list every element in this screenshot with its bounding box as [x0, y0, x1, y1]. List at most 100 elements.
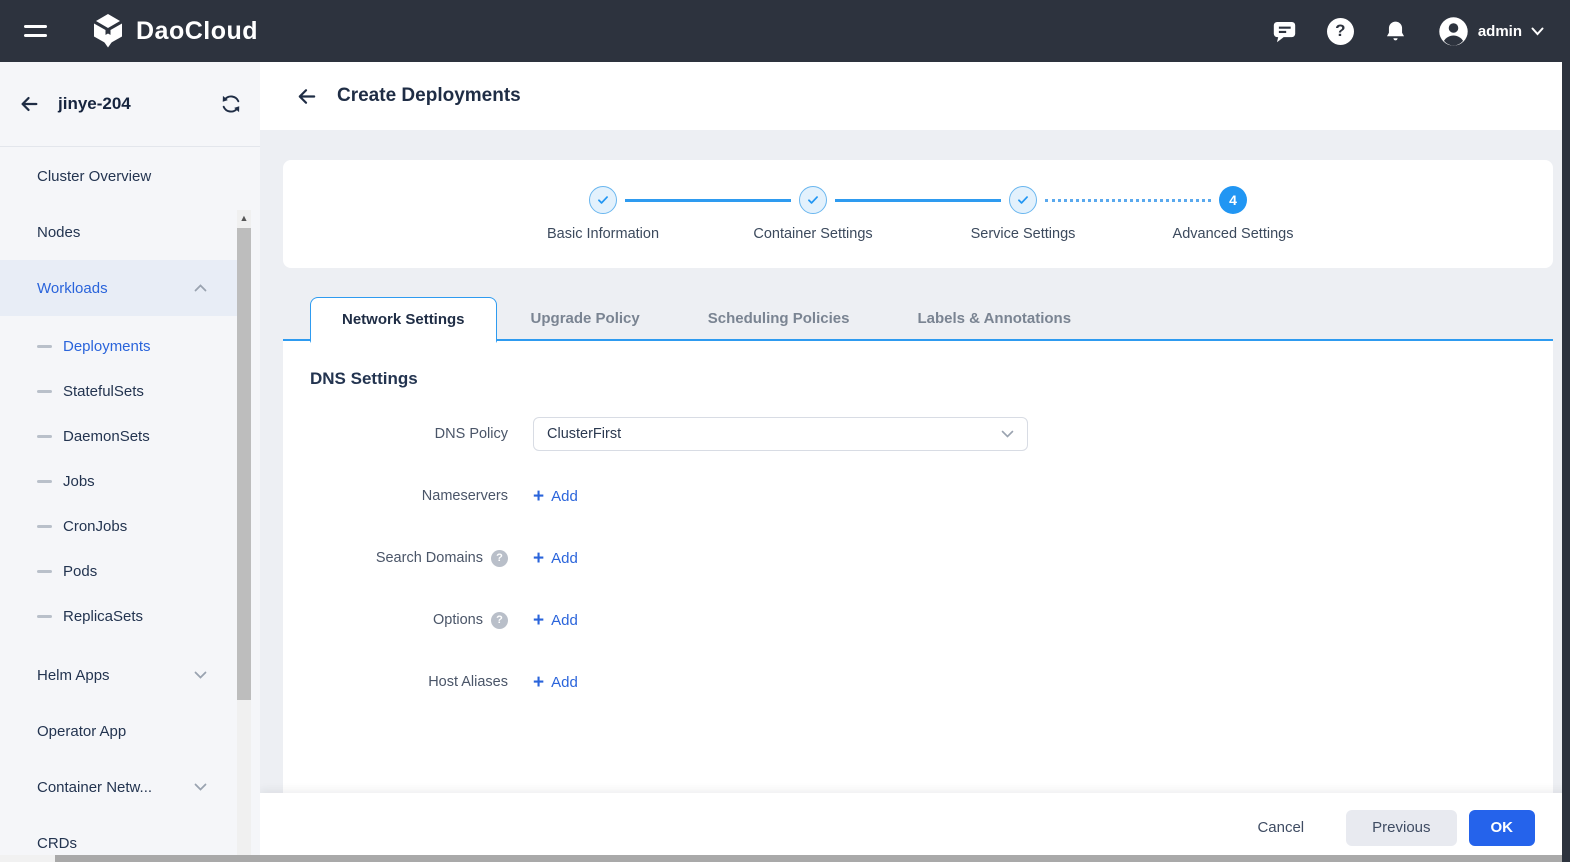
sidebar-item-replicasets[interactable]: ReplicaSets: [0, 594, 237, 639]
options-add-button[interactable]: + Add: [533, 611, 578, 630]
field-label: Options: [433, 612, 483, 628]
cluster-back-icon[interactable]: [18, 92, 42, 116]
ok-button[interactable]: OK: [1468, 809, 1535, 846]
dash-icon: [37, 345, 52, 348]
page-back-icon[interactable]: [295, 84, 319, 108]
field-label: Host Aliases: [428, 674, 508, 690]
previous-button[interactable]: Previous: [1346, 809, 1457, 846]
tab-content: DNS Settings DNS Policy ClusterFirst Nam…: [283, 341, 1553, 794]
nameservers-add-button[interactable]: + Add: [533, 487, 578, 506]
sidebar-item-workloads[interactable]: Workloads: [0, 260, 237, 316]
step-label: Service Settings: [970, 226, 1076, 242]
chevron-down-icon: [1531, 27, 1544, 35]
step-basic-information[interactable]: Basic Information: [498, 186, 708, 242]
chevron-up-icon: [194, 284, 207, 292]
question-glyph: ?: [1335, 21, 1346, 40]
main-area: Create Deployments Basic Information Con…: [260, 62, 1570, 862]
step-service-settings[interactable]: Service Settings: [835, 186, 1128, 242]
host-aliases-add-button[interactable]: + Add: [533, 673, 578, 692]
horizontal-scrollbar[interactable]: [0, 855, 1562, 862]
step-advanced-settings[interactable]: 4 Advanced Settings: [1045, 186, 1338, 242]
cluster-name: jinye-204: [58, 94, 131, 113]
form-row-nameservers: Nameservers + Add: [283, 479, 1553, 513]
field-label: DNS Policy: [434, 426, 508, 442]
right-edge-strip: [1562, 0, 1570, 862]
sidebar-item-deployments[interactable]: Deployments: [0, 324, 237, 369]
plus-icon: +: [533, 671, 545, 693]
page-header: Create Deployments: [260, 62, 1570, 130]
messages-icon[interactable]: [1271, 17, 1299, 45]
step-done-check-icon: [1009, 186, 1037, 214]
dash-icon: [37, 480, 52, 483]
brand[interactable]: DaoCloud: [90, 13, 258, 49]
form-row-search-domains: Search Domains ? + Add: [283, 541, 1553, 575]
tab-scheduling-policies[interactable]: Scheduling Policies: [674, 295, 884, 341]
step-label: Container Settings: [753, 226, 873, 242]
help-icon[interactable]: ?: [1326, 17, 1354, 45]
tab-upgrade-policy[interactable]: Upgrade Policy: [497, 295, 674, 341]
chevron-down-icon: [194, 783, 207, 791]
notifications-bell-icon[interactable]: [1382, 17, 1410, 45]
sidebar-item-pods[interactable]: Pods: [0, 549, 237, 594]
sidebar: jinye-204 Cluster Overview Nodes Workloa…: [0, 62, 260, 862]
plus-icon: +: [533, 609, 545, 631]
form-row-options: Options ? + Add: [283, 603, 1553, 637]
wizard-stepper: Basic Information Container Settings Ser…: [283, 160, 1553, 268]
dash-icon: [37, 390, 52, 393]
sidebar-item-helm-apps[interactable]: Helm Apps: [0, 647, 237, 703]
search-domains-add-button[interactable]: + Add: [533, 549, 578, 568]
user-name: admin: [1477, 22, 1522, 40]
step-container-settings[interactable]: Container Settings: [625, 186, 918, 242]
step-current-number: 4: [1219, 186, 1247, 214]
tab-network-settings[interactable]: Network Settings: [310, 297, 497, 343]
dash-icon: [37, 615, 52, 618]
dash-icon: [37, 570, 52, 573]
sidebar-header: jinye-204: [0, 62, 260, 147]
cancel-button[interactable]: Cancel: [1239, 810, 1322, 846]
sidebar-item-cronjobs[interactable]: CronJobs: [0, 504, 237, 549]
help-icon[interactable]: ?: [491, 611, 508, 629]
sidebar-item-operator-app[interactable]: Operator App: [0, 703, 237, 759]
user-menu[interactable]: admin: [1438, 16, 1544, 47]
plus-icon: +: [533, 485, 545, 507]
field-label: Nameservers: [421, 488, 508, 504]
refresh-icon[interactable]: [220, 93, 242, 115]
settings-tabbar: Network Settings Upgrade Policy Scheduli…: [283, 293, 1553, 343]
sidebar-item-jobs[interactable]: Jobs: [0, 459, 237, 504]
brand-name: DaoCloud: [136, 16, 259, 45]
sidebar-item-container-network[interactable]: Container Netw...: [0, 759, 237, 815]
avatar: [1439, 16, 1468, 46]
daocloud-logo-icon: [94, 14, 122, 48]
form-row-dns-policy: DNS Policy ClusterFirst: [283, 417, 1553, 451]
tab-labels-annotations[interactable]: Labels & Annotations: [883, 295, 1105, 341]
form-row-host-aliases: Host Aliases + Add: [283, 665, 1553, 699]
step-connector: [835, 199, 1001, 202]
page-title: Create Deployments: [337, 85, 521, 106]
chevron-down-icon: [1001, 430, 1014, 438]
sidebar-item-statefulsets[interactable]: StatefulSets: [0, 369, 237, 414]
sidebar-item-daemonsets[interactable]: DaemonSets: [0, 414, 237, 459]
horizontal-scrollbar-thumb[interactable]: [55, 855, 1562, 862]
selected-value: ClusterFirst: [547, 426, 622, 442]
step-connector: [625, 199, 791, 202]
sidebar-scrollbar[interactable]: ▲ ▼: [237, 210, 251, 862]
step-connector-dotted: [1045, 199, 1211, 202]
dns-policy-select[interactable]: ClusterFirst: [533, 417, 1028, 451]
menu-icon[interactable]: [24, 22, 48, 40]
help-icon[interactable]: ?: [491, 549, 508, 567]
sidebar-item-cluster-overview[interactable]: Cluster Overview: [0, 148, 237, 204]
dash-icon: [37, 525, 52, 528]
section-title: DNS Settings: [310, 369, 418, 388]
scroll-up-arrow-icon[interactable]: ▲: [237, 210, 251, 225]
sidebar-nav: Cluster Overview Nodes Workloads Deploym…: [0, 148, 237, 862]
step-label: Advanced Settings: [1172, 226, 1294, 242]
step-done-check-icon: [589, 186, 617, 214]
scrollbar-thumb[interactable]: [237, 228, 251, 700]
field-label: Search Domains: [375, 550, 483, 566]
step-done-check-icon: [799, 186, 827, 214]
sidebar-item-nodes[interactable]: Nodes: [0, 204, 237, 260]
wizard-footer: Cancel Previous OK: [260, 793, 1570, 862]
plus-icon: +: [533, 547, 545, 569]
step-label: Basic Information: [546, 226, 660, 242]
topbar: DaoCloud ? admin: [0, 0, 1570, 62]
